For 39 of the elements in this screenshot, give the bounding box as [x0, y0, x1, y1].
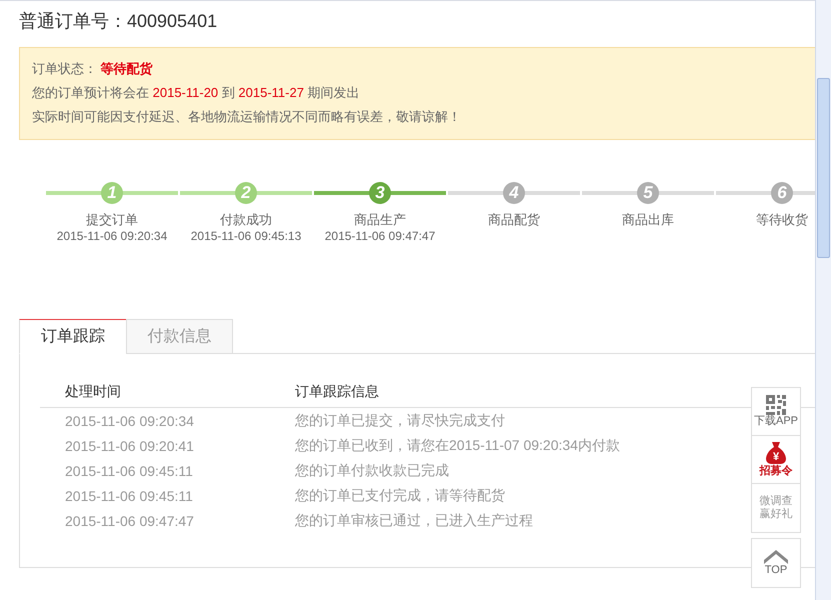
step-label: 商品生产: [354, 211, 406, 229]
table-cell: 2015-11-06 09:20:34: [65, 412, 194, 428]
step-time: 2015-11-06 09:45:13: [190, 229, 302, 243]
step-number: 4: [503, 182, 525, 204]
step-time: 2015-11-06 09:20:34: [56, 229, 168, 243]
order-number-label: 普通订单号：: [19, 10, 127, 33]
back-to-top-button[interactable]: TOP: [751, 538, 801, 588]
table-cell: 您的订单审核已通过，已进入生产过程: [295, 512, 533, 528]
app-download-link[interactable]: 下载APP: [752, 388, 800, 436]
step-time: 2015-11-06 09:47:47: [324, 229, 436, 243]
table-cell: 您的订单已支付完成，请等待配货: [295, 486, 505, 502]
order-number: 400905401: [127, 11, 218, 32]
scrollbar[interactable]: [815, 0, 831, 600]
qr-code-icon: [766, 395, 786, 415]
table-cell: 您的订单付款收款已完成: [295, 462, 449, 478]
table-cell: 您的订单已提交，请尽快完成支付: [295, 412, 505, 428]
step-number: 3: [369, 182, 391, 204]
step-number: 5: [637, 182, 659, 204]
table-cell: 2015-11-06 09:47:47: [65, 512, 194, 528]
step-label: 提交订单: [86, 211, 138, 229]
order-status: 订单状态： 等待配货: [32, 60, 154, 78]
disclaimer: 实际时间可能因支付延迟、各地物流运输情况不同而略有误差，敬请谅解！: [32, 108, 462, 126]
money-bag-icon: ¥: [764, 441, 788, 465]
table-cell: 您的订单已收到，请您在2015-11-07 09:20:34内付款: [295, 436, 620, 452]
step-number: 1: [101, 182, 123, 204]
step-number: 6: [771, 182, 793, 204]
table-cell: 2015-11-06 09:45:11: [65, 462, 193, 478]
tab[interactable]: 订单跟踪: [19, 319, 126, 354]
column-header: 处理时间: [40, 377, 295, 408]
step-label: 商品配货: [488, 211, 540, 229]
delivery-estimate: 您的订单预计将会在 2015-11-20 到 2015-11-27 期间发出: [32, 84, 361, 102]
step-label: 付款成功: [220, 211, 272, 229]
table-cell: 2015-11-06 09:45:11: [65, 488, 193, 504]
recruit-link[interactable]: ¥ 招募令: [752, 436, 800, 484]
chevron-up-icon: [764, 550, 788, 564]
table-cell: 2015-11-06 09:20:41: [65, 438, 194, 454]
step-label: 商品出库: [622, 211, 674, 229]
step-number: 2: [235, 182, 257, 204]
step-label: 等待收货: [756, 211, 808, 229]
